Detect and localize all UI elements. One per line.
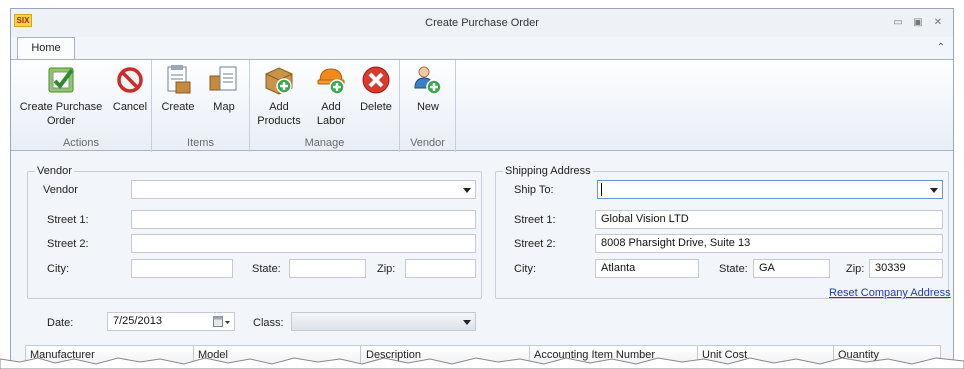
ribbon-group-vendor: New Vendor: [400, 60, 456, 152]
add-labor-button[interactable]: Add Labor: [310, 64, 352, 128]
ribbon-tabstrip: Home ⌃: [11, 37, 953, 60]
ship-street2-label: Street 2:: [514, 238, 556, 250]
add-products-button[interactable]: Add Products: [254, 64, 304, 128]
class-label: Class:: [253, 317, 284, 329]
map-label: Map: [213, 101, 235, 113]
date-picker[interactable]: 7/25/2013: [107, 312, 235, 331]
purchase-order-window: SIX Create Purchase Order ▭ ▣ ✕ Home ⌃ C…: [10, 8, 954, 369]
class-dropdown[interactable]: [291, 312, 476, 331]
ship-state-label: State:: [719, 263, 748, 275]
ship-to-label: Ship To:: [514, 184, 554, 196]
new-vendor-label: New: [416, 101, 439, 113]
chevron-down-icon: [463, 188, 471, 193]
title-bar: SIX Create Purchase Order ▭ ▣ ✕: [11, 9, 953, 37]
ship-to-dropdown[interactable]: [597, 180, 943, 199]
ship-city-input[interactable]: Atlanta: [595, 259, 699, 278]
cancel-label: Cancel: [112, 101, 148, 113]
vendor-zip-label: Zip:: [377, 263, 396, 275]
vendor-state-label: State:: [252, 263, 281, 275]
create-purchase-order-button[interactable]: Create Purchase Order: [15, 64, 107, 128]
vendor-street1-label: Street 1:: [47, 214, 89, 226]
vendor-dropdown[interactable]: [131, 180, 476, 199]
create-purchase-order-label-line2: Order: [46, 115, 76, 127]
create-item-icon: [162, 64, 194, 96]
chevron-down-icon: [463, 320, 471, 325]
add-labor-label-line1: Add: [321, 101, 341, 113]
vendor-city-input[interactable]: [131, 259, 233, 278]
ribbon-group-manage: Add Products Add Labor Delete Manage: [250, 60, 400, 152]
ribbon-group-items: Create Map Items: [152, 60, 250, 152]
date-label: Date:: [47, 317, 74, 329]
chevron-down-icon: [930, 188, 938, 193]
reset-company-address-link[interactable]: Reset Company Address: [829, 287, 951, 299]
ribbon-group-items-label: Items: [187, 137, 214, 149]
window-title: Create Purchase Order: [425, 17, 539, 29]
tab-home[interactable]: Home: [17, 37, 75, 60]
delete-button[interactable]: Delete: [356, 64, 396, 114]
ship-state-input[interactable]: GA: [753, 259, 830, 278]
restore-button[interactable]: ▣: [911, 17, 925, 29]
create-item-button[interactable]: Create: [158, 64, 198, 114]
shipping-legend: Shipping Address: [503, 165, 593, 177]
date-value: 7/25/2013: [113, 315, 162, 327]
new-vendor-icon: [412, 64, 444, 96]
ship-street1-label: Street 1:: [514, 214, 556, 226]
map-icon: [208, 64, 240, 96]
ship-zip-label: Zip:: [846, 263, 865, 275]
add-labor-label-line2: Labor: [316, 115, 346, 127]
ribbon: Create Purchase Order Cancel Actions Cre…: [11, 59, 953, 152]
add-products-label-line2: Products: [257, 115, 301, 127]
ribbon-group-actions: Create Purchase Order Cancel Actions: [11, 60, 152, 152]
vendor-legend: Vendor: [35, 165, 74, 177]
vendor-city-label: City:: [47, 263, 69, 275]
delete-label: Delete: [360, 101, 392, 113]
add-products-icon: [263, 64, 295, 96]
text-caret: [601, 183, 602, 196]
ship-street1-input[interactable]: Global Vision LTD: [595, 210, 943, 229]
cancel-button[interactable]: Cancel: [111, 64, 149, 114]
ribbon-group-manage-label: Manage: [304, 137, 345, 149]
vendor-street1-input[interactable]: [131, 210, 476, 229]
create-purchase-order-icon: [45, 64, 77, 96]
vendor-street2-label: Street 2:: [47, 238, 89, 250]
add-labor-icon: [315, 64, 347, 96]
ship-zip-input[interactable]: 30339: [869, 259, 943, 278]
delete-icon: [360, 64, 392, 96]
collapse-ribbon-icon[interactable]: ⌃: [937, 42, 945, 53]
ship-city-label: City:: [514, 263, 536, 275]
close-button[interactable]: ✕: [931, 17, 945, 29]
vendor-zip-input[interactable]: [405, 259, 476, 278]
add-products-label-line1: Add: [269, 101, 289, 113]
create-item-label: Create: [161, 101, 195, 113]
minimize-button[interactable]: ▭: [891, 17, 905, 29]
vendor-label: Vendor: [43, 184, 78, 196]
map-button[interactable]: Map: [204, 64, 244, 114]
cancel-icon: [114, 64, 146, 96]
new-vendor-button[interactable]: New: [406, 64, 450, 114]
ship-street2-input[interactable]: 8008 Pharsight Drive, Suite 13: [595, 234, 943, 253]
create-purchase-order-label-line1: Create Purchase: [19, 101, 103, 113]
ribbon-group-actions-label: Actions: [62, 137, 100, 149]
torn-edge-decoration: [0, 357, 964, 369]
ribbon-group-vendor-label: Vendor: [410, 137, 445, 149]
calendar-icon[interactable]: [213, 316, 231, 328]
vendor-state-input[interactable]: [289, 259, 366, 278]
vendor-street2-input[interactable]: [131, 234, 476, 253]
